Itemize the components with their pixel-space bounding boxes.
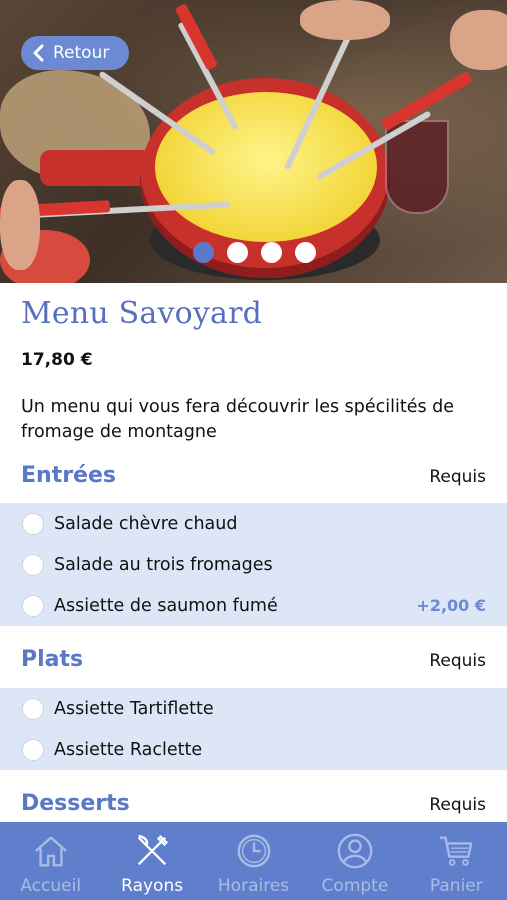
radio-button[interactable] [22,553,44,576]
section-header-entrees: Entrées Requis [0,453,507,503]
section-title: Entrées [21,463,116,488]
option-label: Salade chèvre chaud [54,513,238,534]
option-label: Assiette Tartiflette [54,698,214,719]
carousel-indicator [193,242,316,263]
options-list-plats: Assiette Tartiflette Assiette Raclette [0,688,507,770]
cutlery-icon [137,834,169,866]
option-salade-chevre-chaud[interactable]: Salade chèvre chaud [0,503,507,544]
radio-button[interactable] [22,512,44,535]
option-label: Assiette de saumon fumé [54,595,278,616]
required-label: Requis [429,467,486,487]
carousel-dot[interactable] [261,242,282,263]
back-button-label: Retour [53,43,110,63]
menu-price: 17,80 € [21,350,93,370]
radio-button[interactable] [22,697,44,720]
tab-accueil[interactable]: Accueil [0,822,101,900]
tab-label: Panier [429,876,483,896]
section-title: Plats [21,647,84,672]
section-header-plats: Plats Requis [0,637,507,687]
menu-title: Menu Savoyard [21,296,263,331]
cart-icon [440,836,473,866]
tab-horaires[interactable]: Horaires [203,822,304,900]
tab-label: Rayons [121,876,184,896]
radio-button[interactable] [22,594,44,617]
tab-panier[interactable]: Panier [406,822,507,900]
carousel-dot[interactable] [227,242,248,263]
tab-label: Accueil [20,876,82,896]
section-title: Desserts [21,791,130,816]
option-label: Assiette Raclette [54,739,203,760]
option-price-supplement: +2,00 € [416,596,486,615]
option-label: Salade au trois fromages [54,554,273,575]
bottom-tab-bar: Accueil Rayons Horaires Compte Panier [0,822,507,900]
chevron-left-icon [33,44,44,62]
carousel-dot[interactable] [193,242,214,263]
tab-compte[interactable]: Compte [304,822,405,900]
carousel-dot[interactable] [295,242,316,263]
clock-icon [237,834,270,868]
option-assiette-raclette[interactable]: Assiette Raclette [0,729,507,770]
option-assiette-saumon-fume[interactable]: Assiette de saumon fumé +2,00 € [0,585,507,626]
tab-rayons[interactable]: Rayons [101,822,202,900]
options-list-entrees: Salade chèvre chaud Salade au trois from… [0,503,507,626]
tab-label: Compte [321,876,389,896]
back-button[interactable]: Retour [21,36,129,70]
menu-description: Un menu qui vous fera découvrir les spéc… [21,397,455,442]
option-assiette-tartiflette[interactable]: Assiette Tartiflette [0,688,507,729]
melted-cheese [155,92,377,242]
home-icon [34,836,67,867]
tab-label: Horaires [217,876,290,896]
user-icon [337,833,373,869]
radio-button[interactable] [22,738,44,761]
required-label: Requis [429,651,486,671]
option-salade-trois-fromages[interactable]: Salade au trois fromages [0,544,507,585]
required-label: Requis [429,795,486,815]
